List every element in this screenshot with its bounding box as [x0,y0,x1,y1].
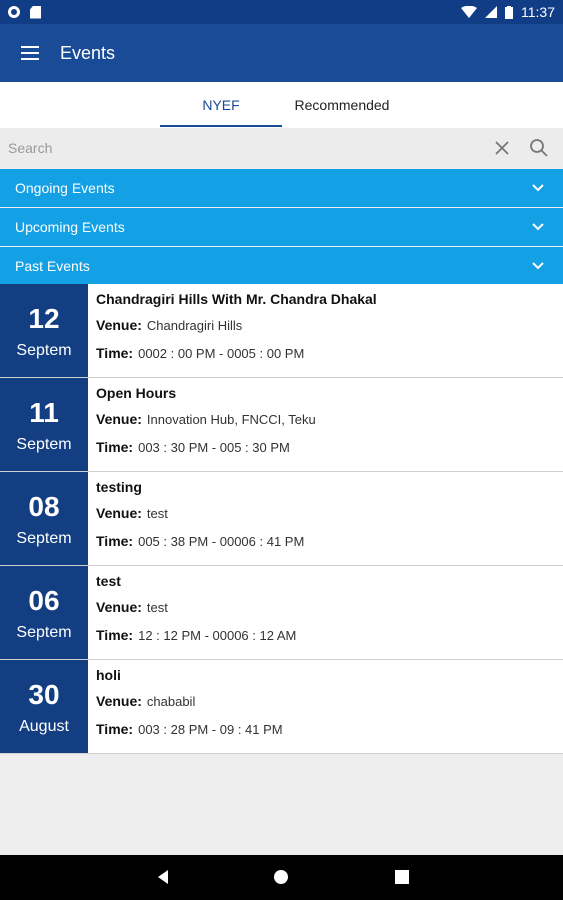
close-icon[interactable] [490,136,514,160]
venue-label: Venue: [96,693,142,709]
time-label: Time: [96,721,134,737]
event-time-row: Time: 0002 : 00 PM - 0005 : 00 PM [96,345,304,361]
back-icon[interactable] [155,869,171,885]
event-venue-row: Venue: Innovation Hub, FNCCI, Teku [96,411,316,427]
date-box: 30 August [0,660,88,753]
event-month: Septem [16,624,72,641]
page-title: Events [60,42,116,63]
event-card[interactable]: 06 Septem test Venue: test Time: 12 : 12 P… [0,566,563,660]
event-day: 08 [28,491,60,522]
date-box: 11 Septem [0,378,88,471]
event-time: 12 : 12 PM - 00006 : 12 AM [138,628,297,643]
event-title: holi [96,667,121,683]
signal-icon [485,6,497,18]
event-day: 12 [28,303,60,334]
event-time-row: Time: 12 : 12 PM - 00006 : 12 AM [96,627,296,643]
event-time: 003 : 30 PM - 005 : 30 PM [138,440,290,455]
tab-indicator [160,125,282,127]
event-venue-row: Venue: test [96,599,168,615]
event-time-row: Time: 005 : 38 PM - 00006 : 41 PM [96,533,304,549]
event-time: 0002 : 00 PM - 0005 : 00 PM [138,346,305,361]
event-venue-row: Venue: Chandragiri Hills [96,317,242,333]
event-month: Septem [16,530,72,547]
time-label: Time: [96,533,134,549]
event-time: 005 : 38 PM - 00006 : 41 PM [138,534,305,549]
event-venue-row: Venue: chababil [96,693,195,709]
section-past-events[interactable]: Past Events [0,247,563,285]
event-month: Septem [16,342,72,359]
event-card[interactable]: 12 Septem Chandragiri Hills With Mr. Cha… [0,284,563,378]
system-nav-bar [0,855,563,900]
tab-nyef[interactable]: NYEF [160,82,282,128]
event-list: 12 Septem Chandragiri Hills With Mr. Cha… [0,284,563,754]
app-bar: Events [0,24,563,82]
section-label: Ongoing Events [15,180,115,196]
sd-card-icon [30,5,41,19]
time-label: Time: [96,627,134,643]
venue-label: Venue: [96,505,142,521]
event-day: 06 [28,585,60,616]
event-title: Chandragiri Hills With Mr. Chandra Dhaka… [96,291,377,307]
wifi-icon [461,6,477,18]
event-day: 30 [28,679,60,710]
menu-button[interactable] [0,24,60,82]
search-input[interactable] [0,140,470,156]
event-venue: test [146,600,168,615]
section-upcoming-events[interactable]: Upcoming Events [0,208,563,246]
event-time-row: Time: 003 : 28 PM - 09 : 41 PM [96,721,283,737]
event-day: 11 [29,397,59,428]
chevron-down-icon [532,184,544,192]
event-venue: Innovation Hub, FNCCI, Teku [146,412,316,427]
recents-icon[interactable] [394,869,410,885]
status-time: 11:37 [521,4,555,20]
event-time-row: Time: 003 : 30 PM - 005 : 30 PM [96,439,290,455]
home-icon[interactable] [273,869,289,885]
battery-icon [505,5,513,19]
event-venue: chababil [146,694,196,709]
search-bar [0,128,563,168]
tab-recommended[interactable]: Recommended [282,82,402,128]
time-label: Time: [96,345,134,361]
event-title: Open Hours [96,385,177,401]
event-card[interactable]: 11 Septem Open Hours Venue: Innovation Hu… [0,378,563,472]
event-venue: Chandragiri Hills [146,318,243,333]
venue-label: Venue: [96,317,142,333]
date-box: 08 Septem [0,472,88,565]
event-title: test [96,573,121,589]
chevron-down-icon [532,223,544,231]
event-month: August [19,718,69,735]
tab-bar: NYEF Recommended [0,82,563,128]
date-box: 06 Septem [0,566,88,659]
chevron-down-icon [532,262,544,270]
venue-label: Venue: [96,411,142,427]
time-label: Time: [96,439,134,455]
section-label: Past Events [15,258,90,274]
event-venue: test [146,506,168,521]
event-card[interactable]: 30 August holi Venue: chababil Time: 003 :… [0,660,563,754]
search-icon[interactable] [527,136,551,160]
event-venue-row: Venue: test [96,505,168,521]
event-month: Septem [16,436,72,453]
notification-circle-icon [8,6,20,18]
hamburger-icon [21,46,39,60]
status-bar: 11:37 [0,0,563,24]
event-time: 003 : 28 PM - 09 : 41 PM [138,722,283,737]
event-card[interactable]: 08 Septem testing Venue: test Time: 005 : … [0,472,563,566]
date-box: 12 Septem [0,284,88,377]
venue-label: Venue: [96,599,142,615]
event-title: testing [96,479,142,495]
section-ongoing-events[interactable]: Ongoing Events [0,169,563,207]
section-label: Upcoming Events [15,219,125,235]
